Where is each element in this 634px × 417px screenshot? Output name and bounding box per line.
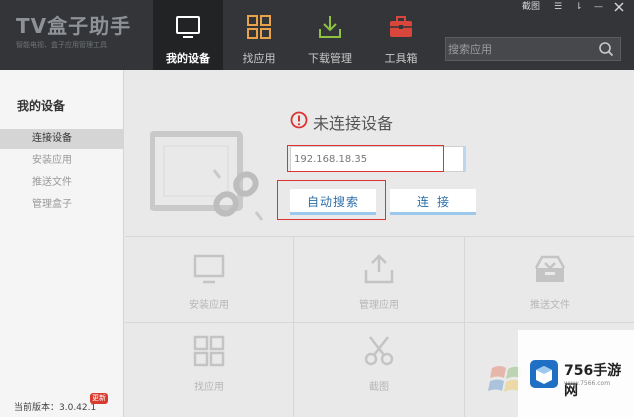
func-push-files[interactable]: 推送文件 xyxy=(465,252,634,311)
func-label: 推送文件 xyxy=(530,300,570,311)
version-label: 当前版本：3.0.42.1 xyxy=(14,403,97,413)
download-icon xyxy=(319,16,341,38)
title-bar: TV盒子助手 智能电视、盒子应用管理工具 我的设备 找应用 下载管理 工具箱 搜… xyxy=(0,0,634,70)
sidebar: 我的设备 连接设备 安装应用 推送文件 管理盒子 xyxy=(0,70,124,417)
grid-divider xyxy=(125,236,634,237)
func-install-apps[interactable]: 安装应用 xyxy=(124,252,294,311)
connect-button[interactable]: 连接 xyxy=(390,189,476,215)
func-label: 安装应用 xyxy=(189,300,229,311)
nav-label: 我的设备 xyxy=(166,52,210,65)
sidebar-item-connect-device[interactable]: 连接设备 xyxy=(0,129,124,149)
nav-label: 工具箱 xyxy=(384,52,418,65)
upload-icon xyxy=(364,254,394,284)
app-title: TV盒子助手 xyxy=(16,14,132,38)
close-icon[interactable] xyxy=(614,2,624,12)
feedback-icon[interactable]: ⇂ xyxy=(575,1,583,13)
minimize-button[interactable]: — xyxy=(594,1,603,13)
update-badge[interactable]: 更新 xyxy=(90,393,108,404)
func-label: 截图 xyxy=(369,382,389,393)
disconnected-tv-icon xyxy=(150,131,264,221)
tv-icon xyxy=(176,16,200,38)
app-logo: TV盒子助手 智能电视、盒子应用管理工具 xyxy=(16,10,131,50)
search-icon[interactable] xyxy=(598,41,614,57)
nav-toolbox[interactable]: 工具箱 xyxy=(366,0,436,70)
grid-divider xyxy=(125,322,634,323)
scissors-icon xyxy=(364,336,394,366)
sidebar-title: 我的设备 xyxy=(17,99,66,113)
nav-label: 找应用 xyxy=(242,52,276,65)
sidebar-item-manage-box[interactable]: 管理盒子 xyxy=(0,195,124,215)
func-screenshot[interactable]: 截图 xyxy=(294,334,464,393)
search-input[interactable] xyxy=(448,40,596,58)
watermark-url: www.7566.com xyxy=(564,380,611,387)
nav-my-devices[interactable]: 我的设备 xyxy=(153,0,223,70)
func-manage-apps[interactable]: 管理应用 xyxy=(294,252,464,311)
watermark-logo-icon xyxy=(530,360,558,388)
nav-download-manager[interactable]: 下载管理 xyxy=(295,0,365,70)
nav-find-apps[interactable]: 找应用 xyxy=(224,0,294,70)
grid-icon xyxy=(193,335,225,367)
screenshot-button[interactable]: 截图 xyxy=(522,1,540,13)
toolbox-icon xyxy=(390,16,412,37)
button-highlight-box xyxy=(277,180,386,220)
tv-install-icon xyxy=(193,254,225,284)
search-box xyxy=(445,37,621,61)
app-subtitle: 智能电视、盒子应用管理工具 xyxy=(16,41,107,49)
func-label: 管理应用 xyxy=(359,300,399,311)
sidebar-item-push-files[interactable]: 推送文件 xyxy=(0,173,124,193)
nav-label: 下载管理 xyxy=(308,52,352,65)
func-label: 找应用 xyxy=(194,382,224,393)
warning-icon xyxy=(290,111,308,129)
func-find-apps[interactable]: 找应用 xyxy=(124,334,294,393)
ip-highlight-box xyxy=(287,145,444,172)
sidebar-item-install-apps[interactable]: 安装应用 xyxy=(0,151,124,171)
grid-icon xyxy=(247,15,271,39)
menu-icon[interactable]: ☰ xyxy=(554,1,562,13)
inbox-icon xyxy=(534,255,566,282)
status-text: 未连接设备 xyxy=(313,114,394,133)
site-watermark: 756手游网 www.7566.com xyxy=(518,330,634,417)
